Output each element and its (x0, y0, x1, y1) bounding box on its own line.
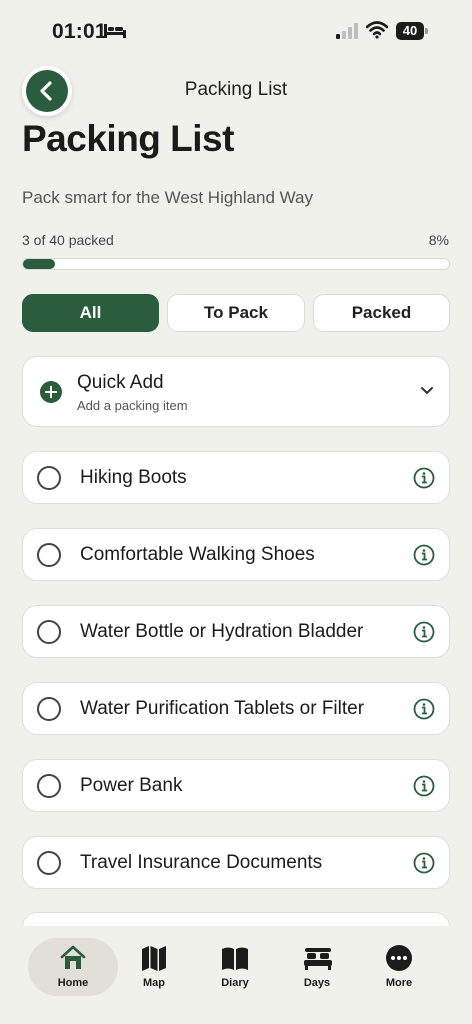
tab-more[interactable]: More (359, 938, 439, 998)
battery-level: 40 (402, 23, 418, 38)
progress-percent: 8% (428, 232, 449, 248)
battery-icon: 40 (396, 22, 428, 40)
plus-circle-icon (40, 381, 62, 403)
info-icon[interactable] (413, 775, 435, 797)
bed-icon (304, 948, 332, 970)
status-time: 01:01 (52, 20, 107, 43)
item-checkbox[interactable] (37, 697, 61, 721)
quick-add-title: Quick Add (77, 372, 164, 393)
home-icon (60, 945, 86, 969)
item-checkbox[interactable] (37, 851, 61, 875)
sleep-mode-icon (104, 24, 126, 38)
info-icon[interactable] (413, 621, 435, 643)
book-icon (222, 947, 248, 970)
tab-more-label: More (385, 977, 413, 989)
quick-add-card[interactable]: Quick Add Add a packing item (22, 356, 450, 427)
item-checkbox[interactable] (37, 543, 61, 567)
item-label: Comfortable Walking Shoes (80, 544, 315, 565)
info-icon[interactable] (413, 698, 435, 720)
item-checkbox[interactable] (37, 620, 61, 644)
tab-days-label: Days (303, 977, 331, 989)
item-checkbox[interactable] (37, 466, 61, 490)
item-label: Water Bottle or Hydration Bladder (80, 621, 364, 642)
filter-all[interactable]: All (22, 294, 159, 332)
page-subtitle: Pack smart for the West Highland Way (22, 188, 313, 207)
cellular-signal-icon (336, 23, 358, 39)
tab-bar: Home Map Diary Days More (0, 926, 472, 1024)
more-icon (386, 945, 412, 971)
packing-item[interactable]: Water Bottle or Hydration Bladder (22, 605, 450, 658)
packing-item[interactable]: Hiking Boots (22, 451, 450, 504)
item-label: Water Purification Tablets or Filter (80, 698, 365, 719)
packing-item[interactable]: Water Purification Tablets or Filter (22, 682, 450, 735)
info-icon[interactable] (413, 544, 435, 566)
tab-days[interactable]: Days (277, 938, 357, 998)
map-icon (142, 946, 166, 971)
item-label: Hiking Boots (80, 467, 187, 488)
item-label: Travel Insurance Documents (80, 852, 323, 873)
tab-map-label: Map (143, 977, 165, 989)
filter-to-pack[interactable]: To Pack (167, 294, 305, 332)
info-icon[interactable] (413, 852, 435, 874)
quick-add-subtitle: Add a packing item (77, 398, 188, 413)
progress-fill (23, 259, 55, 269)
tab-map[interactable]: Map (114, 938, 194, 998)
wifi-icon (366, 21, 388, 39)
status-bar: 01:01 40 (0, 0, 472, 60)
tab-home-label: Home (57, 977, 89, 989)
info-icon[interactable] (413, 467, 435, 489)
tab-diary-label: Diary (221, 977, 249, 989)
item-label: Power Bank (80, 775, 183, 796)
tab-diary[interactable]: Diary (195, 938, 275, 998)
progress-label: 3 of 40 packed (22, 232, 114, 248)
packing-item[interactable]: Power Bank (22, 759, 450, 812)
packing-item[interactable]: Comfortable Walking Shoes (22, 528, 450, 581)
packing-item[interactable]: Travel Insurance Documents (22, 836, 450, 889)
item-checkbox[interactable] (37, 774, 61, 798)
filter-packed[interactable]: Packed (313, 294, 450, 332)
progress-bar (22, 258, 450, 270)
page-title: Packing List (22, 118, 234, 159)
chevron-down-icon[interactable] (419, 383, 435, 399)
tab-home[interactable]: Home (33, 938, 113, 998)
nav-title: Packing List (184, 79, 288, 100)
